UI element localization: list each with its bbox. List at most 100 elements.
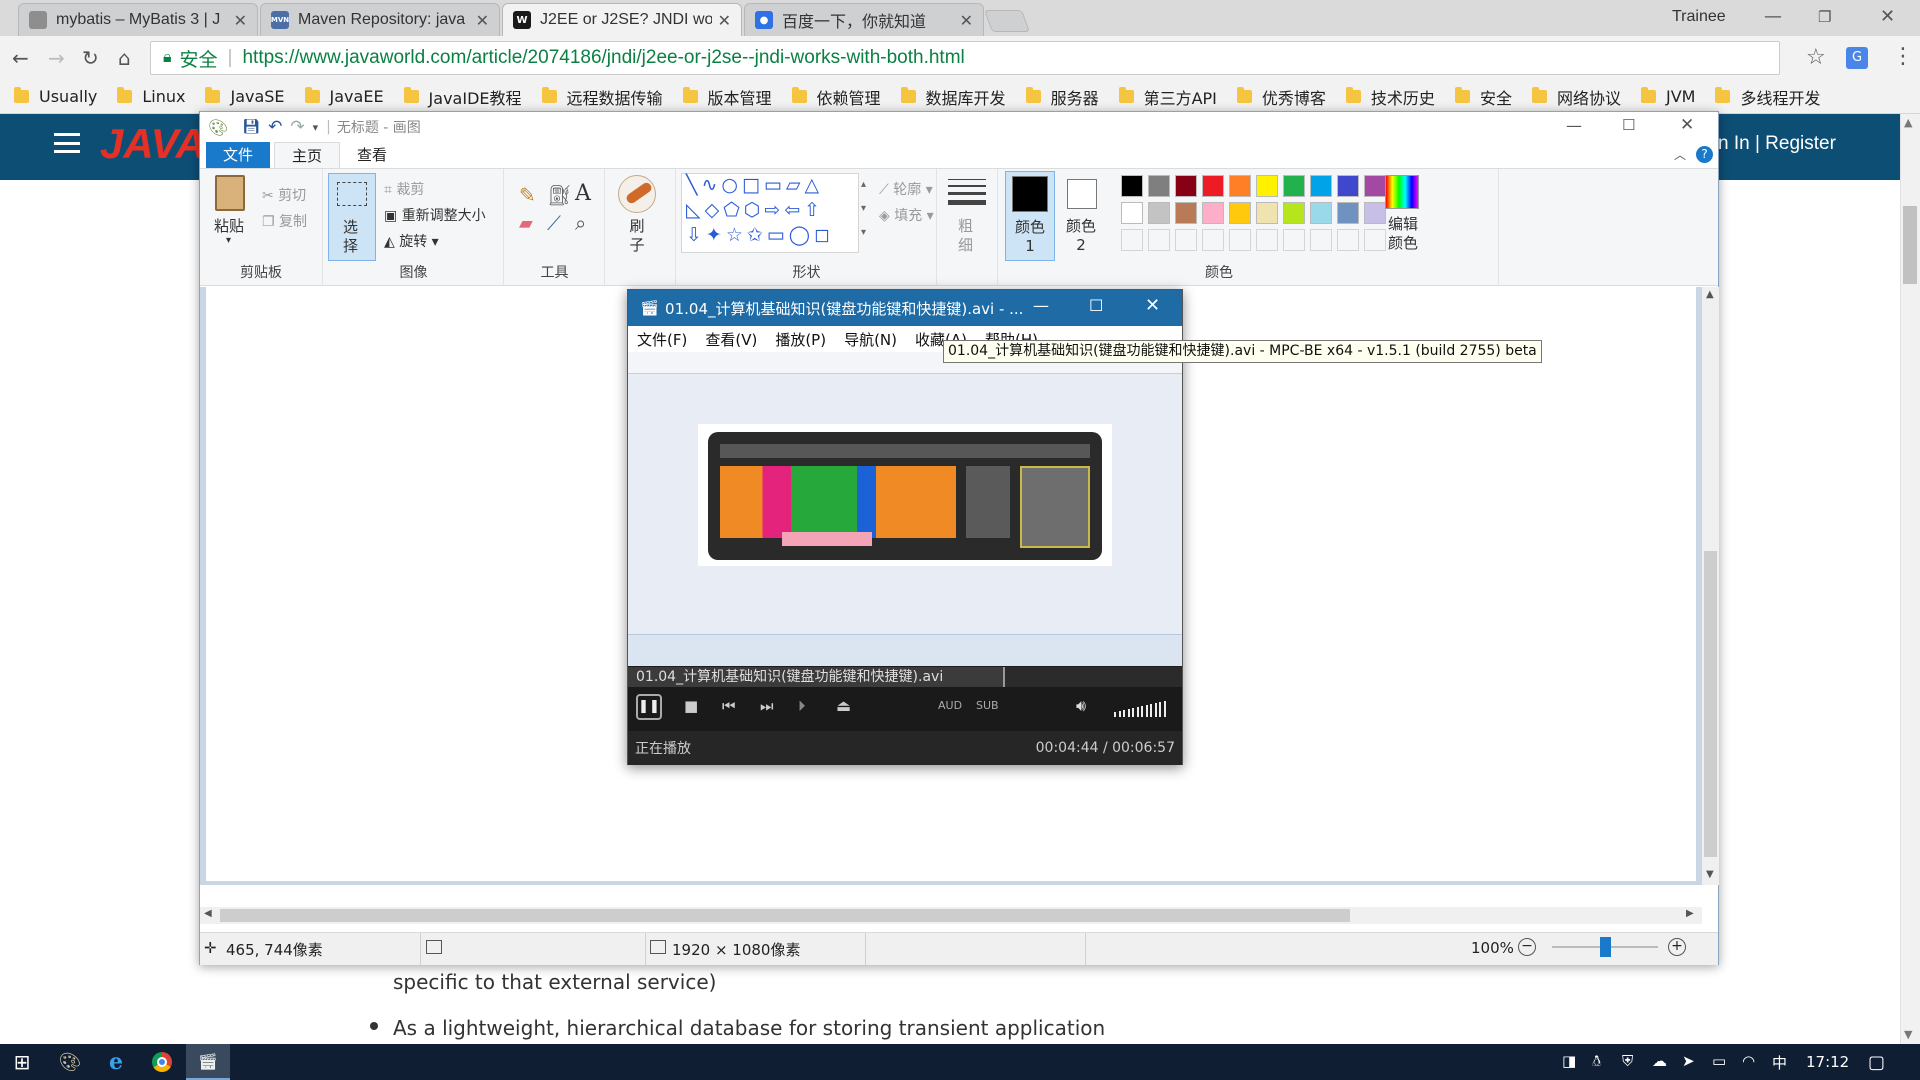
palette-swatch[interactable] [1175, 175, 1197, 197]
eraser-icon[interactable]: ▰ [519, 213, 533, 234]
action-center-icon[interactable]: ▢ [1868, 1052, 1885, 1073]
hamburger-menu-icon[interactable] [54, 133, 80, 153]
close-tab-icon[interactable]: ✕ [960, 11, 973, 30]
tab-file[interactable]: 文件 [206, 142, 271, 168]
vertical-scroll-thumb[interactable] [1704, 551, 1717, 857]
zoom-out-icon[interactable]: − [1518, 938, 1536, 956]
palette-swatch[interactable] [1310, 175, 1332, 197]
eject-button[interactable]: ⏏︎ [836, 696, 851, 715]
shapes-row-2[interactable]: ◺◇⬠⬡⇨⇦⇧ [686, 199, 824, 221]
bookmark-item[interactable]: 远程数据传输 [541, 85, 663, 109]
palette-swatch[interactable] [1256, 202, 1278, 224]
palette-swatch[interactable] [1364, 175, 1386, 197]
tray-app-icon[interactable]: ◨ [1562, 1052, 1576, 1070]
paste-button[interactable]: 粘贴 [214, 215, 244, 236]
video-area[interactable] [628, 352, 1182, 666]
pause-button[interactable]: ❚❚ [636, 694, 662, 720]
palette-empty-swatch[interactable] [1148, 229, 1170, 251]
scroll-down-icon[interactable]: ▼ [1904, 1028, 1912, 1041]
mpc-menu-item[interactable]: 导航(N) [844, 329, 897, 350]
next-button[interactable]: ⏭︎ [760, 697, 774, 715]
undo-icon[interactable]: ↶ [268, 117, 282, 137]
reload-icon[interactable]: ↻ [82, 46, 99, 70]
taskbar-clock[interactable]: 17:12 [1806, 1053, 1849, 1071]
minimize-icon[interactable]: — [1764, 6, 1782, 27]
redo-icon[interactable]: ↷ [290, 117, 304, 137]
bookmark-item[interactable]: JavaEE [304, 87, 384, 106]
palette-swatch[interactable] [1310, 202, 1332, 224]
palette-empty-swatch[interactable] [1283, 229, 1305, 251]
palette-empty-swatch[interactable] [1310, 229, 1332, 251]
palette-empty-swatch[interactable] [1364, 229, 1386, 251]
palette-swatch[interactable] [1121, 175, 1143, 197]
resize-button[interactable]: ▣ 重新调整大小 [384, 205, 486, 225]
bookmark-item[interactable]: 网络协议 [1531, 85, 1621, 109]
close-icon[interactable]: ✕ [1680, 115, 1694, 135]
bookmark-item[interactable]: JavaSE [205, 87, 285, 106]
back-icon[interactable]: ← [12, 46, 29, 70]
profile-name[interactable]: Trainee [1672, 8, 1726, 26]
close-icon[interactable]: ✕ [1145, 295, 1160, 316]
horizontal-scroll-thumb[interactable] [220, 909, 1350, 922]
fill-bucket-icon[interactable]: ⛽︎ [547, 183, 572, 207]
stop-button[interactable]: ■ [684, 697, 698, 715]
previous-button[interactable]: ⏮︎ [722, 697, 736, 715]
tab-home[interactable]: 主页 [274, 142, 341, 168]
taskbar-mpc[interactable]: 🎬︎ [186, 1044, 230, 1080]
tray-ime[interactable]: 中 [1772, 1052, 1787, 1073]
bookmark-item[interactable]: 版本管理 [682, 85, 772, 109]
palette-swatch[interactable] [1283, 202, 1305, 224]
volume-slider[interactable] [1114, 699, 1170, 717]
zoom-slider-thumb[interactable] [1600, 937, 1611, 957]
color2-button[interactable]: 颜色 2 [1057, 171, 1107, 261]
chrome-menu-icon[interactable]: ⋮ [1892, 44, 1914, 69]
bookmark-item[interactable]: JVM [1640, 87, 1695, 106]
close-tab-icon[interactable]: ✕ [476, 11, 489, 30]
rotate-button[interactable]: ◭ 旋转 ▾ [384, 231, 439, 251]
bookmark-item[interactable]: JavaIDE教程 [403, 85, 522, 109]
bookmark-item[interactable]: 优秀博客 [1236, 85, 1326, 109]
palette-swatch[interactable] [1148, 175, 1170, 197]
canvas-horizontal-scrollbar[interactable]: ◀ ▶ [200, 907, 1702, 924]
brush-label[interactable]: 刷子 [626, 217, 648, 255]
tab-view[interactable]: 查看 [340, 142, 404, 168]
copy-button[interactable]: ❐ 复制 [262, 211, 307, 231]
new-tab-button[interactable] [983, 10, 1031, 32]
bookmark-item[interactable]: 安全 [1454, 85, 1512, 109]
close-icon[interactable]: ✕ [1880, 6, 1895, 27]
save-icon[interactable]: 💾︎ [242, 119, 260, 135]
shapes-gallery[interactable]: ╲∿○□▭▱△ ◺◇⬠⬡⇨⇦⇧ ⇩✦☆✩▭◯◻ [681, 173, 859, 253]
scroll-right-icon[interactable]: ▶ [1686, 908, 1694, 919]
color-picker-icon[interactable]: ⟋ [547, 211, 561, 235]
palette-swatch[interactable] [1148, 202, 1170, 224]
palette-swatch[interactable] [1121, 202, 1143, 224]
palette-swatch[interactable] [1337, 175, 1359, 197]
taskbar-ie[interactable]: e [94, 1044, 138, 1080]
scroll-down-icon[interactable]: ▼ [1706, 869, 1714, 880]
select-button[interactable]: 选择 [328, 173, 376, 261]
palette-empty-swatch[interactable] [1229, 229, 1251, 251]
scroll-up-icon[interactable]: ▲ [1706, 289, 1714, 300]
subtitle-button[interactable]: SUB [976, 699, 999, 712]
shapes-row-1[interactable]: ╲∿○□▭▱△ [686, 174, 823, 196]
palette-swatch[interactable] [1202, 202, 1224, 224]
forward-icon[interactable]: → [48, 46, 65, 70]
taskbar-chrome[interactable] [140, 1044, 184, 1080]
filename-bar[interactable]: 01.04_计算机基础知识(键盘功能键和快捷键).avi [628, 667, 1182, 687]
text-tool-icon[interactable]: A [575, 181, 591, 206]
color1-button[interactable]: 颜色 1 [1005, 171, 1055, 261]
tab-mybatis[interactable]: mybatis – MyBatis 3 | J ✕ [18, 3, 258, 36]
minimize-icon[interactable]: — [1033, 296, 1049, 315]
mpc-menu-item[interactable]: 查看(V) [705, 329, 757, 350]
shapes-scroll-icon[interactable]: ▴ ▾ ▾ [861, 173, 866, 245]
maximize-icon[interactable]: ☐ [1622, 116, 1635, 134]
outline-button[interactable]: ⟋ 轮廓 ▾ [879, 179, 933, 199]
tray-shield-icon[interactable]: ⛨ [1622, 1052, 1633, 1070]
size-label[interactable]: 粗细 [958, 217, 978, 255]
translate-extension-icon[interactable]: G [1846, 47, 1868, 69]
edit-colors-button[interactable]: 编辑颜色 [1385, 215, 1421, 253]
palette-swatch[interactable] [1202, 175, 1224, 197]
brush-icon[interactable] [618, 175, 656, 213]
palette-empty-swatch[interactable] [1202, 229, 1224, 251]
signin-register-links[interactable]: n In | Register [1718, 133, 1836, 155]
